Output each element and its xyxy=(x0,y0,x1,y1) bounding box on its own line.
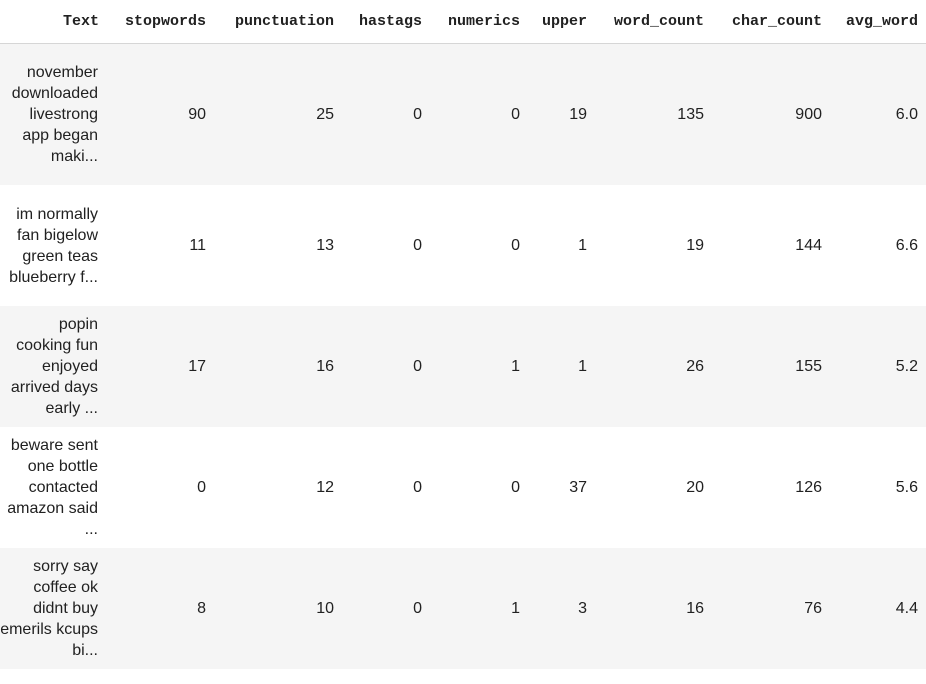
cell-avg-word: 4.4 xyxy=(895,599,918,617)
cell-text: im normally fan bigelow green teas blueb… xyxy=(9,205,98,286)
cell-word-count: 16 xyxy=(686,599,704,617)
cell-upper: 1 xyxy=(578,357,587,375)
cell-numerics: 0 xyxy=(511,236,520,254)
cell-hastags: 0 xyxy=(413,357,422,375)
cell-stopwords: 8 xyxy=(197,599,206,617)
cell-punctuation: 10 xyxy=(316,599,334,617)
cell-punctuation: 25 xyxy=(316,105,334,123)
table-row: sorry say coffee ok didnt buy emerils kc… xyxy=(0,548,926,669)
cell-char-count: 900 xyxy=(795,105,822,123)
cell-word-count: 19 xyxy=(686,236,704,254)
cell-avg-word: 5.2 xyxy=(895,357,918,375)
header-stopwords: stopwords xyxy=(107,0,214,44)
table-row: popin cooking fun enjoyed arrived days e… xyxy=(0,306,926,427)
cell-stopwords: 17 xyxy=(188,357,206,375)
cell-text: november downloaded livestrong app began… xyxy=(11,64,98,165)
cell-stopwords: 11 xyxy=(189,236,206,254)
header-row: Text stopwords punctuation hastags numer… xyxy=(0,0,926,44)
cell-upper: 3 xyxy=(578,599,587,617)
table-row: beware sent one bottle contacted amazon … xyxy=(0,427,926,548)
header-numerics: numerics xyxy=(430,0,528,44)
header-text: Text xyxy=(0,0,107,44)
table-row: im normally fan bigelow green teas blueb… xyxy=(0,185,926,306)
cell-word-count: 20 xyxy=(686,478,704,496)
cell-avg-word: 6.0 xyxy=(895,105,918,123)
cell-numerics: 1 xyxy=(511,599,520,617)
cell-hastags: 0 xyxy=(413,236,422,254)
cell-text: popin cooking fun enjoyed arrived days e… xyxy=(10,316,98,417)
cell-upper: 37 xyxy=(569,478,587,496)
table-row: november downloaded livestrong app began… xyxy=(0,43,926,185)
dataframe-table: Text stopwords punctuation hastags numer… xyxy=(0,0,926,669)
cell-word-count: 26 xyxy=(686,357,704,375)
cell-avg-word: 6.6 xyxy=(895,236,918,254)
header-char-count: char_count xyxy=(712,0,830,44)
cell-numerics: 0 xyxy=(511,478,520,496)
cell-char-count: 126 xyxy=(795,478,822,496)
cell-text: beware sent one bottle contacted amazon … xyxy=(7,437,98,538)
header-upper: upper xyxy=(528,0,595,44)
header-avg-word: avg_word xyxy=(830,0,926,44)
cell-punctuation: 12 xyxy=(316,478,334,496)
cell-char-count: 155 xyxy=(795,357,822,375)
header-punctuation: punctuation xyxy=(214,0,342,44)
cell-hastags: 0 xyxy=(413,478,422,496)
header-hastags: hastags xyxy=(342,0,430,44)
cell-word-count: 135 xyxy=(677,105,704,123)
header-word-count: word_count xyxy=(595,0,712,44)
cell-stopwords: 90 xyxy=(188,105,206,123)
cell-char-count: 76 xyxy=(804,599,822,617)
cell-char-count: 144 xyxy=(795,236,822,254)
cell-hastags: 0 xyxy=(413,599,422,617)
cell-stopwords: 0 xyxy=(197,478,206,496)
cell-hastags: 0 xyxy=(413,105,422,123)
cell-numerics: 1 xyxy=(511,357,520,375)
cell-punctuation: 13 xyxy=(316,236,334,254)
cell-upper: 1 xyxy=(578,236,587,254)
cell-avg-word: 5.6 xyxy=(895,478,918,496)
cell-numerics: 0 xyxy=(511,105,520,123)
cell-text: sorry say coffee ok didnt buy emerils kc… xyxy=(0,558,98,659)
cell-punctuation: 16 xyxy=(316,357,334,375)
cell-upper: 19 xyxy=(569,105,587,123)
